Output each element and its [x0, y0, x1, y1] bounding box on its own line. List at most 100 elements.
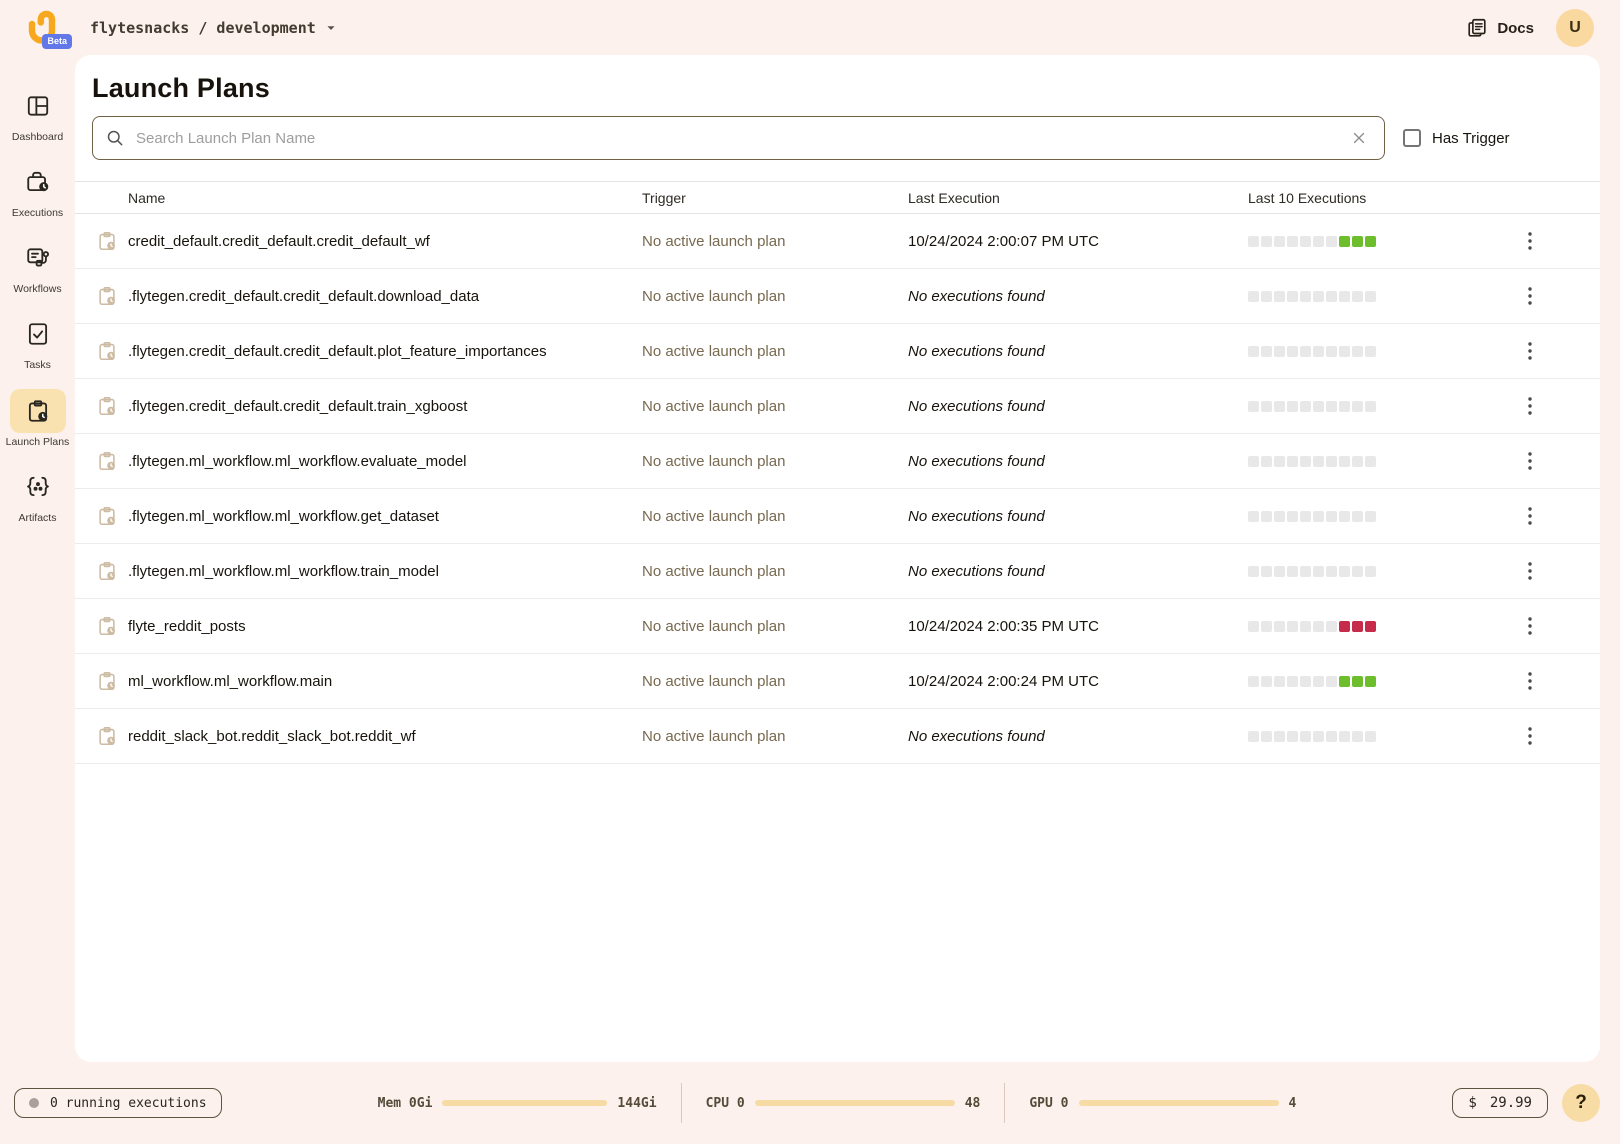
table-row[interactable]: .flytegen.ml_workflow.ml_workflow.train_… [75, 544, 1600, 599]
execution-square[interactable] [1352, 236, 1363, 247]
execution-square[interactable] [1365, 676, 1376, 687]
trigger-cell: No active launch plan [642, 508, 908, 525]
sidebar-item-label: Tasks [24, 359, 51, 372]
execution-square[interactable] [1365, 621, 1376, 632]
execution-square [1274, 676, 1285, 687]
beta-badge: Beta [42, 34, 72, 49]
execution-square [1352, 731, 1363, 742]
has-trigger-filter[interactable]: Has Trigger [1403, 129, 1510, 147]
row-menu-button[interactable] [1508, 504, 1552, 528]
table-row[interactable]: .flytegen.ml_workflow.ml_workflow.evalua… [75, 434, 1600, 489]
table-row[interactable]: flyte_reddit_posts No active launch plan… [75, 599, 1600, 654]
kebab-icon [1522, 669, 1538, 693]
help-button[interactable]: ? [1562, 1084, 1600, 1122]
executions-cell [1248, 621, 1508, 632]
execution-square [1300, 291, 1311, 302]
executions-cell [1248, 676, 1508, 687]
table-row[interactable]: .flytegen.ml_workflow.ml_workflow.get_da… [75, 489, 1600, 544]
execution-square [1248, 731, 1259, 742]
launch-plan-icon [96, 505, 128, 527]
running-executions-label: 0 running executions [50, 1096, 207, 1111]
has-trigger-checkbox[interactable] [1403, 129, 1421, 147]
execution-square[interactable] [1352, 676, 1363, 687]
execution-square [1287, 731, 1298, 742]
execution-square [1248, 291, 1259, 302]
execution-square [1248, 676, 1259, 687]
row-menu-button[interactable] [1508, 669, 1552, 693]
execution-square [1326, 676, 1337, 687]
avatar[interactable]: U [1556, 9, 1594, 47]
union-logo: Beta [22, 7, 62, 49]
execution-square[interactable] [1339, 676, 1350, 687]
execution-square [1300, 346, 1311, 357]
execution-square [1274, 511, 1285, 522]
row-menu-button[interactable] [1508, 229, 1552, 253]
kebab-icon [1522, 559, 1538, 583]
table-row[interactable]: .flytegen.credit_default.credit_default.… [75, 269, 1600, 324]
execution-square[interactable] [1339, 236, 1350, 247]
clear-search-button[interactable] [1346, 125, 1372, 151]
running-executions-pill[interactable]: 0 running executions [14, 1088, 222, 1118]
launch-plan-icon [96, 395, 128, 417]
last-execution-cell: 10/24/2024 2:00:24 PM UTC [908, 673, 1248, 690]
execution-square [1300, 566, 1311, 577]
execution-square [1274, 456, 1285, 467]
docs-link[interactable]: Docs [1466, 17, 1534, 39]
execution-square[interactable] [1339, 621, 1350, 632]
table-row[interactable]: reddit_slack_bot.reddit_slack_bot.reddit… [75, 709, 1600, 764]
execution-square [1352, 456, 1363, 467]
last-execution-cell: No executions found [908, 453, 1248, 470]
row-menu-button[interactable] [1508, 339, 1552, 363]
execution-square [1261, 731, 1272, 742]
execution-square [1326, 456, 1337, 467]
row-menu-button[interactable] [1508, 394, 1552, 418]
sidebar-item-workflows[interactable]: Workflows [1, 236, 75, 296]
cost-button[interactable]: $ 29.99 [1452, 1088, 1548, 1118]
execution-square [1274, 291, 1285, 302]
row-menu-button[interactable] [1508, 559, 1552, 583]
table-row[interactable]: .flytegen.credit_default.credit_default.… [75, 324, 1600, 379]
sidebar-item-launch-plans[interactable]: Launch Plans [1, 389, 75, 449]
row-menu-button[interactable] [1508, 284, 1552, 308]
running-status-dot [29, 1098, 39, 1108]
meter-capacity: 4 [1289, 1096, 1297, 1111]
sidebar-item-artifacts[interactable]: Artifacts [1, 465, 75, 525]
execution-square [1326, 621, 1337, 632]
table-row[interactable]: credit_default.credit_default.credit_def… [75, 214, 1600, 269]
launch-plans-table: Name Trigger Last Execution Last 10 Exec… [75, 181, 1600, 764]
execution-square [1326, 511, 1337, 522]
search-input[interactable] [134, 129, 1337, 148]
execution-square [1287, 621, 1298, 632]
execution-square [1261, 621, 1272, 632]
breadcrumb[interactable]: flytesnacks / development [90, 19, 337, 37]
execution-square[interactable] [1352, 621, 1363, 632]
meter-capacity: 48 [965, 1096, 981, 1111]
execution-square [1313, 236, 1324, 247]
execution-square [1352, 566, 1363, 577]
executions-cell [1248, 511, 1508, 522]
row-menu-button[interactable] [1508, 724, 1552, 748]
execution-square [1326, 401, 1337, 412]
sidebar-item-dashboard[interactable]: Dashboard [1, 84, 75, 144]
execution-square [1261, 566, 1272, 577]
sidebar-item-label: Dashboard [12, 131, 63, 144]
sidebar-item-tasks[interactable]: Tasks [1, 312, 75, 372]
table-row[interactable]: .flytegen.credit_default.credit_default.… [75, 379, 1600, 434]
execution-square [1313, 346, 1324, 357]
last-execution-cell: 10/24/2024 2:00:07 PM UTC [908, 233, 1248, 250]
table-row[interactable]: ml_workflow.ml_workflow.main No active l… [75, 654, 1600, 709]
launch-plan-icon [96, 230, 128, 252]
row-menu-button[interactable] [1508, 449, 1552, 473]
row-menu-button[interactable] [1508, 614, 1552, 638]
kebab-icon [1522, 394, 1538, 418]
execution-square[interactable] [1365, 236, 1376, 247]
status-bar: 0 running executions Mem 0Gi 144Gi CPU 0… [0, 1062, 1620, 1144]
docs-icon [1466, 17, 1488, 39]
execution-square [1300, 456, 1311, 467]
execution-square [1313, 401, 1324, 412]
kebab-icon [1522, 229, 1538, 253]
sidebar-item-executions[interactable]: Executions [1, 160, 75, 220]
execution-square [1352, 401, 1363, 412]
execution-square [1352, 511, 1363, 522]
topbar-right: Docs U [1466, 9, 1594, 47]
